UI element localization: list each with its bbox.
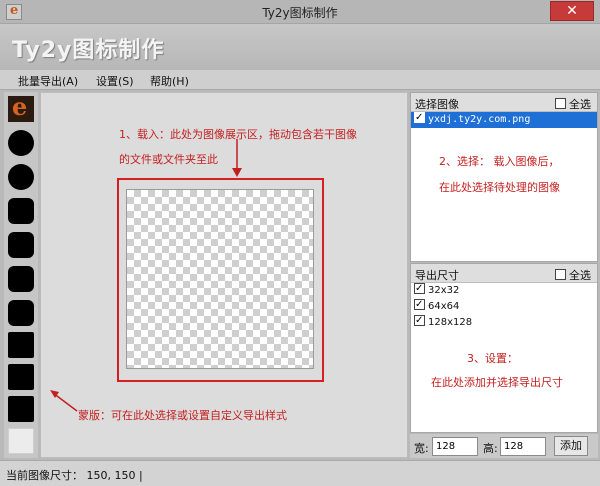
select-all-label: 全选 bbox=[569, 269, 591, 282]
rounded-square-mask[interactable] bbox=[8, 266, 34, 292]
sizes-select-all[interactable]: 全选 bbox=[555, 267, 591, 283]
rounded-square-mask[interactable] bbox=[8, 198, 34, 224]
square-mask[interactable] bbox=[8, 364, 34, 390]
rounded-square-mask[interactable] bbox=[8, 300, 34, 326]
image-panel-header: 选择图像 全选 bbox=[411, 93, 597, 112]
export-size-panel: 导出尺寸 全选 32x32 64x64 128x128 3、设置： 在此处添加并… bbox=[410, 263, 598, 433]
rounded-square-mask[interactable] bbox=[8, 232, 34, 258]
square-mask[interactable] bbox=[8, 332, 34, 358]
arrow-down-head bbox=[232, 168, 242, 177]
menu-batch-export[interactable]: 批量导出(A) bbox=[18, 73, 78, 89]
checkbox-icon[interactable] bbox=[555, 98, 566, 109]
size-instruction-line2: 在此处添加并选择导出尺寸 bbox=[431, 376, 563, 389]
window-title: Ty2y图标制作 bbox=[262, 6, 338, 20]
app-banner: Ty2y图标制作 bbox=[0, 24, 600, 70]
image-filename: yxdj.ty2y.com.png bbox=[428, 114, 531, 125]
add-size-button[interactable]: 添加 bbox=[554, 436, 588, 456]
status-bar: 当前图像尺寸： 150, 150 | bbox=[0, 460, 600, 486]
square-mask[interactable] bbox=[8, 396, 34, 422]
e-logo-icon[interactable]: e bbox=[8, 92, 34, 122]
circle-mask[interactable] bbox=[8, 130, 34, 156]
select-all-label: 全选 bbox=[569, 98, 591, 111]
size-controls: 宽: 高: 添加 bbox=[410, 434, 598, 458]
circle-mask[interactable] bbox=[8, 164, 34, 190]
mask-instruction: 蒙版：可在此处选择或设置自定义导出样式 bbox=[78, 409, 287, 422]
arrow-left bbox=[52, 392, 78, 412]
checkbox-icon[interactable] bbox=[414, 110, 425, 126]
select-instruction: 2、选择： 载入图像后， bbox=[439, 155, 560, 168]
size-panel-header: 导出尺寸 全选 bbox=[411, 264, 597, 283]
size-list-item[interactable]: 64x64 bbox=[411, 297, 597, 315]
menu-settings[interactable]: 设置(S) bbox=[96, 73, 134, 89]
checkbox-icon[interactable] bbox=[414, 281, 425, 297]
mask-sidebar: e bbox=[4, 92, 38, 458]
menu-help[interactable]: 帮助(H) bbox=[150, 73, 189, 89]
height-input[interactable] bbox=[500, 437, 546, 456]
size-list-item[interactable]: 128x128 bbox=[411, 313, 597, 331]
width-input[interactable] bbox=[432, 437, 478, 456]
size-list-item[interactable]: 32x32 bbox=[411, 281, 597, 299]
size-label: 64x64 bbox=[428, 301, 460, 312]
title-bar: Ty2y图标制作 ✕ bbox=[0, 0, 600, 24]
image-select-panel: 选择图像 全选 yxdj.ty2y.com.png 2、选择： 载入图像后， 在… bbox=[410, 92, 598, 262]
blank-mask[interactable] bbox=[8, 428, 34, 454]
close-button[interactable]: ✕ bbox=[550, 1, 594, 21]
size-label: 128x128 bbox=[428, 317, 473, 328]
checkbox-icon[interactable] bbox=[414, 313, 425, 329]
image-list-item[interactable]: yxdj.ty2y.com.png bbox=[411, 110, 597, 128]
brand-title: Ty2y图标制作 bbox=[12, 38, 165, 63]
height-label: 高: bbox=[483, 442, 498, 455]
transparent-canvas bbox=[126, 189, 314, 369]
width-label: 宽: bbox=[414, 442, 429, 455]
select-instruction-line2: 在此处选择待处理的图像 bbox=[439, 181, 560, 194]
image-display-area[interactable]: 1、载入：此处为图像展示区，拖动包含若干图像 的文件或文件夹至此 蒙版：可在此处… bbox=[40, 92, 408, 458]
size-instruction: 3、设置： bbox=[467, 352, 518, 365]
status-text: 当前图像尺寸： 150, 150 | bbox=[6, 469, 143, 482]
images-select-all[interactable]: 全选 bbox=[555, 96, 591, 112]
checkbox-icon[interactable] bbox=[414, 297, 425, 313]
menu-bar: 批量导出(A) 设置(S) 帮助(H) bbox=[0, 70, 600, 90]
checkbox-icon[interactable] bbox=[555, 269, 566, 280]
size-label: 32x32 bbox=[428, 285, 460, 296]
